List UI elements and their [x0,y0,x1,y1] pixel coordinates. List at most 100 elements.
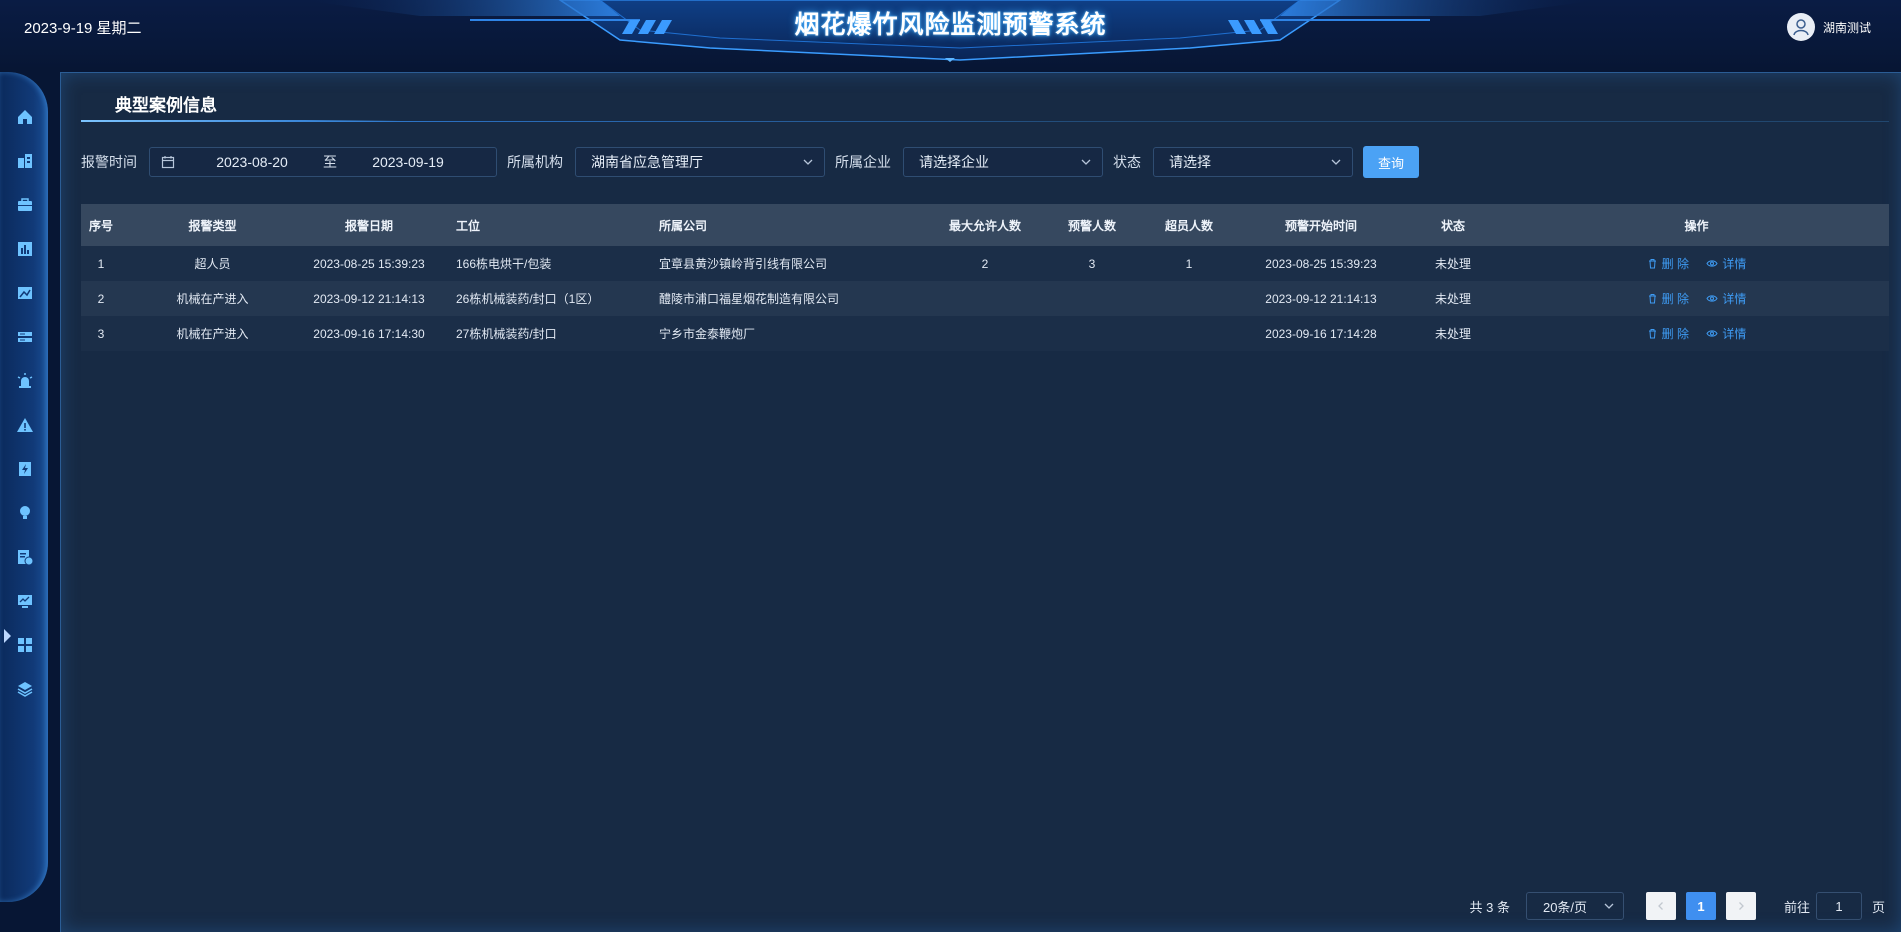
building-icon [18,154,32,168]
cell-max [924,281,1046,316]
next-page-button[interactable] [1725,892,1756,920]
cell-over: 1 [1138,246,1240,281]
username[interactable]: 湖南测试 [1823,19,1871,36]
delete-button[interactable]: 删 除 [1647,255,1689,272]
case-doc-icon [18,550,34,566]
detail-label: 详情 [1722,292,1747,306]
nav-warning[interactable] [14,414,36,436]
nav-home[interactable] [14,106,36,128]
enterprise-select[interactable]: 请选择企业 [903,147,1103,177]
detail-button[interactable]: 详情 [1706,290,1746,307]
org-select[interactable]: 湖南省应急管理厅 [575,147,825,177]
title-divider [81,120,1889,122]
cell-date: 2023-09-16 17:14:30 [304,316,434,351]
nav-dashboard[interactable] [14,634,36,656]
col-header: 工位 [434,204,659,246]
nav-layers[interactable] [14,678,36,700]
chevron-right-icon [1739,902,1744,910]
pagination: 共 3 条 20条/页 1 前往 页 [1469,892,1885,920]
cell-type: 机械在产进入 [121,281,304,316]
eye-icon [1706,295,1718,302]
col-header: 预警开始时间 [1240,204,1402,246]
trash-icon [1648,294,1656,304]
page-size-select[interactable]: 20条/页 [1525,892,1624,920]
power-doc-icon [19,462,31,476]
page-suffix: 页 [1871,899,1885,915]
start-date-input[interactable]: 2023-08-20 [187,154,317,170]
avatar[interactable] [1786,13,1815,41]
user-menu[interactable]: 湖南测试 [1786,13,1871,41]
cell-date: 2023-09-12 21:14:13 [304,281,434,316]
cell-company: 醴陵市浦口福星烟花制造有限公司 [659,281,924,316]
cell-station: 26栋机械装药/封口（1区） [434,281,659,316]
delete-button[interactable]: 删 除 [1647,325,1689,342]
filter-bar: 报警时间 2023-08-20 至 2023-09-19 所属机构 湖南省应急管… [81,146,1419,178]
prev-page-button[interactable] [1645,892,1676,920]
status-select-placeholder: 请选择 [1169,154,1211,170]
cell-station: 27栋机械装药/封口 [434,316,659,351]
delete-label: 删 除 [1661,327,1689,341]
date-range-picker[interactable]: 2023-08-20 至 2023-09-19 [149,147,497,177]
detail-button[interactable]: 详情 [1706,325,1746,342]
cell-max: 2 [924,246,1046,281]
col-header: 报警日期 [304,204,434,246]
col-header: 状态 [1402,204,1504,246]
cell-start: 2023-09-16 17:14:28 [1240,316,1402,351]
page-number-current[interactable]: 1 [1685,892,1716,920]
chevron-down-icon [802,156,814,168]
cell-status: 未处理 [1402,316,1504,351]
cell-no: 3 [81,316,121,351]
cell-warn: 3 [1046,246,1138,281]
col-header: 最大允许人数 [924,204,1046,246]
status-select[interactable]: 请选择 [1153,147,1353,177]
user-avatar-icon [1793,19,1809,36]
trash-icon [1648,329,1656,339]
warning-icon [17,418,33,432]
cell-ops: 删 除 详情 [1504,281,1889,316]
calendar-icon [161,155,175,169]
goto-page-input[interactable] [1815,892,1862,920]
top-bar: 2023-9-19 星期二 烟花爆竹风险监测预警系统 湖南测试 [0,0,1901,70]
bar-chart-icon [18,242,32,256]
nav-image[interactable] [14,282,36,304]
delete-button[interactable]: 删 除 [1647,290,1689,307]
nav-devices[interactable] [14,326,36,348]
total-count: 共 3 条 [1469,899,1510,915]
nav-enterprise[interactable] [14,150,36,172]
nav-ideas[interactable] [14,502,36,524]
nav-alarm[interactable] [14,370,36,392]
detail-label: 详情 [1722,327,1747,341]
cell-status: 未处理 [1402,281,1504,316]
nav-briefcase[interactable] [14,194,36,216]
nav-cases[interactable] [14,546,36,568]
query-button[interactable]: 查询 [1363,146,1419,178]
nav-monitor[interactable] [14,590,36,612]
goto-label: 前往 [1783,899,1810,915]
chevron-down-icon [1604,903,1614,909]
cell-ops: 删 除 详情 [1504,246,1889,281]
sidebar [0,72,48,902]
layers-icon [17,682,33,697]
end-date-input[interactable]: 2023-09-19 [343,154,473,170]
cell-company: 宁乡市金泰鞭炮厂 [659,316,924,351]
eye-icon [1706,260,1718,267]
page-title: 典型案例信息 [115,96,217,115]
case-table: 序号 报警类型 报警日期 工位 所属公司 最大允许人数 预警人数 超员人数 预警… [81,204,1889,351]
chevron-down-icon [1330,156,1342,168]
col-header: 预警人数 [1046,204,1138,246]
chevron-down-icon [1080,156,1092,168]
cell-date: 2023-08-25 15:39:23 [304,246,434,281]
server-icon [18,332,32,342]
status-label: 状态 [1113,154,1141,170]
cell-company: 宜章县黄沙镇岭背引线有限公司 [659,246,924,281]
table-row: 3 机械在产进入 2023-09-16 17:14:30 27栋机械装药/封口 … [81,316,1889,351]
enterprise-label: 所属企业 [835,154,891,170]
nav-statistics[interactable] [14,238,36,260]
org-select-value: 湖南省应急管理厅 [591,154,703,170]
nav-power[interactable] [14,458,36,480]
cell-start: 2023-09-12 21:14:13 [1240,281,1402,316]
cell-start: 2023-08-25 15:39:23 [1240,246,1402,281]
col-header: 所属公司 [659,204,924,246]
active-nav-indicator [4,629,11,643]
detail-button[interactable]: 详情 [1706,255,1746,272]
